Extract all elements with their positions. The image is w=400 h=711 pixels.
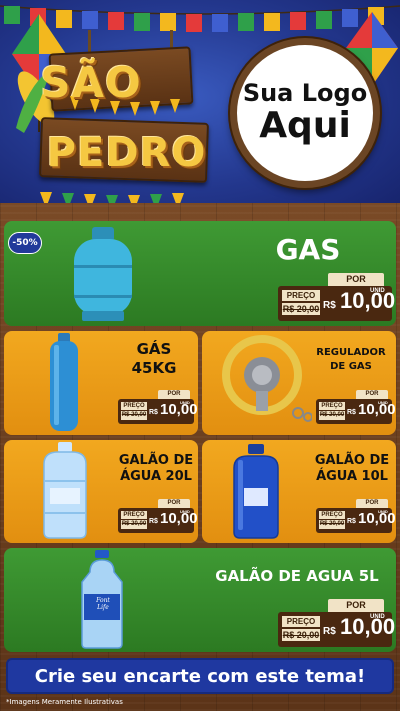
product-name-line1: GÁS: [136, 340, 172, 358]
logo-placeholder: Sua Logo Aqui: [230, 38, 380, 188]
old-price: R$ 20,00: [319, 411, 345, 420]
product-name-line2: 45KG: [131, 359, 177, 377]
product-card-regulador[interactable]: REGULADOR DE GAS POR PREÇO R$ 20,00 R$ 1…: [202, 331, 396, 435]
price-tag: POR PREÇO R$ 20,00 R$ 10,00 UNID: [118, 499, 198, 533]
price-tag: POR PREÇO R$ 20,00 R$ 10,00 UNID: [118, 390, 198, 424]
title-line1: SÃO: [40, 58, 142, 107]
product-name-line2: DE GAS: [330, 361, 372, 372]
preco-label: PREÇO: [121, 402, 147, 410]
currency: R$: [323, 300, 336, 311]
por-label: POR: [328, 273, 384, 286]
por-label: POR: [328, 599, 384, 612]
current-price: 10,00: [340, 614, 396, 639]
footnote: *Imagens Meramente Ilustrativas: [6, 698, 123, 706]
water-jug-10l-icon: [233, 444, 279, 539]
product-name-line2: ÁGUA 10L: [316, 469, 388, 484]
currency: R$: [347, 518, 356, 525]
currency: R$: [149, 518, 158, 525]
preco-label: PREÇO: [319, 402, 345, 410]
current-price: 10,00: [358, 401, 396, 418]
price-tag: POR PREÇO R$ 20,00 R$ 10,00 UNID: [278, 273, 396, 321]
product-name: GAS: [275, 233, 341, 266]
currency: R$: [149, 409, 158, 416]
price-tag: POR PREÇO R$ 20,00 R$ 10,00 UNID: [278, 599, 396, 647]
product-card-galao-10l[interactable]: GALÃO DE ÁGUA 10L POR PREÇO R$ 20,00 R$ …: [202, 440, 396, 543]
por-label: POR: [356, 390, 388, 399]
gas-regulator-icon: [222, 335, 312, 422]
product-card-galao-20l[interactable]: GALÃO DE ÁGUA 20L POR PREÇO R$ 20,00 R$ …: [4, 440, 198, 543]
preco-label: PREÇO: [282, 616, 320, 627]
preco-label: PREÇO: [282, 290, 320, 301]
logo-line2: Aqui: [259, 105, 351, 147]
current-price: 10,00: [358, 510, 396, 527]
preco-label: PREÇO: [319, 511, 345, 519]
title-line2: PEDRO: [46, 130, 207, 176]
currency: R$: [347, 409, 356, 416]
festa-header: SÃO PEDRO Sua Logo Aqui: [0, 0, 400, 215]
unit-label: UNID: [378, 509, 388, 514]
por-label: POR: [158, 499, 190, 508]
gas-cylinder-icon: [74, 227, 132, 321]
product-name-line2: ÁGUA 20L: [120, 469, 192, 484]
por-label: POR: [158, 390, 190, 399]
old-price: R$ 20,00: [319, 520, 345, 529]
unit-label: UNID: [370, 288, 385, 294]
product-card-gas[interactable]: GAS POR PREÇO R$ 20,00 R$ 10,00 UNID: [4, 221, 396, 326]
product-name-line1: GALÃO DE: [118, 453, 194, 468]
price-tag: POR PREÇO R$ 20,00 R$ 10,00 UNID: [316, 499, 396, 533]
unit-label: UNID: [370, 614, 385, 620]
current-price: 10,00: [160, 401, 198, 418]
preco-label: PREÇO: [121, 511, 147, 519]
logo-line1: Sua Logo: [242, 79, 368, 107]
old-price: R$ 20,00: [121, 411, 147, 420]
bottle-brand-line2: Life: [97, 603, 109, 611]
unit-label: UNID: [378, 400, 388, 405]
unit-label: UNID: [180, 400, 190, 405]
unit-label: UNID: [180, 509, 190, 514]
old-price: R$ 20,00: [282, 629, 320, 641]
product-name: GALÃO DE AGUA 5L: [215, 567, 379, 585]
old-price: R$ 20,00: [282, 303, 320, 315]
bottle-brand-label: Font Life: [88, 597, 118, 611]
por-label: POR: [356, 499, 388, 508]
discount-badge: -50%: [8, 232, 42, 254]
water-jug-20l-icon: [43, 442, 87, 539]
currency: R$: [323, 626, 336, 637]
product-card-gas-45kg[interactable]: GÁS 45KG POR PREÇO R$ 20,00 R$ 10,00 UNI…: [4, 331, 198, 435]
price-tag: POR PREÇO R$ 20,00 R$ 10,00 UNID: [316, 390, 396, 424]
gas-45kg-cylinder-icon: [50, 333, 78, 431]
old-price: R$ 20,00: [121, 520, 147, 529]
product-card-galao-5l[interactable]: Font Life GALÃO DE AGUA 5L POR PREÇO R$ …: [4, 548, 396, 652]
current-price: 10,00: [160, 510, 198, 527]
product-name-line1: GALÃO DE: [314, 453, 390, 468]
current-price: 10,00: [340, 288, 396, 313]
product-name-line1: REGULADOR: [316, 347, 386, 358]
cta-banner[interactable]: Crie seu encarte com este tema!: [6, 658, 394, 694]
